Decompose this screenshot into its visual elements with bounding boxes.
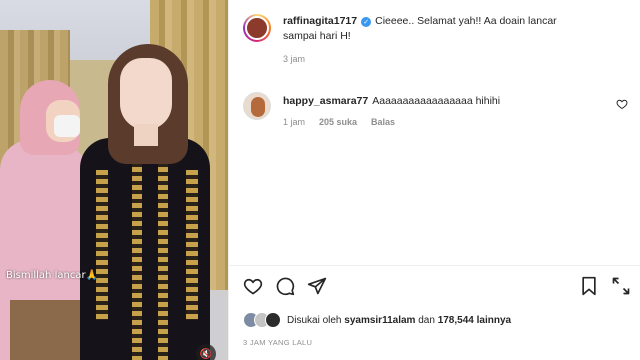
likes-count[interactable]: 178,544 lainnya xyxy=(438,315,511,326)
action-bar xyxy=(243,276,327,296)
bookmark-icon[interactable] xyxy=(579,276,599,296)
mute-icon[interactable]: 🔇 xyxy=(196,344,216,360)
heart-icon[interactable] xyxy=(243,276,263,296)
person-left-skirt xyxy=(10,300,90,360)
comment-username[interactable]: raffinagita1717 xyxy=(283,15,357,27)
comment-likes[interactable]: 205 suka xyxy=(319,117,357,127)
liker-username[interactable]: syamsir11alam xyxy=(344,315,415,326)
comment-time[interactable]: 1 jam xyxy=(283,117,305,127)
likes-middle: dan xyxy=(418,314,435,326)
dress-ornament xyxy=(158,140,168,360)
comment-item: raffinagita1717 ✓ Cieeee.. Selamat yah!! A… xyxy=(243,14,583,64)
share-icon[interactable] xyxy=(307,276,327,296)
person-neck xyxy=(134,124,158,146)
fullscreen-icon[interactable] xyxy=(611,276,631,296)
face-mask xyxy=(54,115,80,137)
video-player[interactable]: Bismillah lancar🙏 🔇 xyxy=(0,0,228,360)
avatar xyxy=(265,312,281,328)
comment-item: happy_asmara77 Aaaaaaaaaaaaaaaaa hihihi 1… xyxy=(243,92,583,127)
post-panel: raffinagita1717 ✓ Cieeee.. Selamat yah!! A… xyxy=(228,0,640,360)
verified-badge-icon: ✓ xyxy=(361,17,372,27)
video-caption: Bismillah lancar🙏 xyxy=(6,270,99,281)
dress-ornament xyxy=(132,140,142,360)
heart-icon[interactable] xyxy=(616,98,628,110)
comment-username[interactable]: happy_asmara77 xyxy=(283,95,368,107)
post-timestamp[interactable]: 3 JAM YANG LALU xyxy=(243,338,312,347)
dress-ornament xyxy=(186,170,198,320)
liker-avatars xyxy=(243,312,281,328)
comment-text: Aaaaaaaaaaaaaaaaa hihihi xyxy=(372,95,501,107)
avatar[interactable] xyxy=(243,92,271,120)
dress-ornament xyxy=(96,170,108,320)
likes-summary: Disukai oleh syamsir11alam dan 178,544 l… xyxy=(243,312,511,328)
likes-prefix: Disukai oleh xyxy=(287,314,342,326)
avatar[interactable] xyxy=(243,14,271,42)
reply-button[interactable]: Balas xyxy=(371,117,395,127)
divider xyxy=(229,265,640,266)
person-face xyxy=(120,58,172,130)
comment-icon[interactable] xyxy=(275,276,295,296)
comment-time[interactable]: 3 jam xyxy=(283,54,305,64)
